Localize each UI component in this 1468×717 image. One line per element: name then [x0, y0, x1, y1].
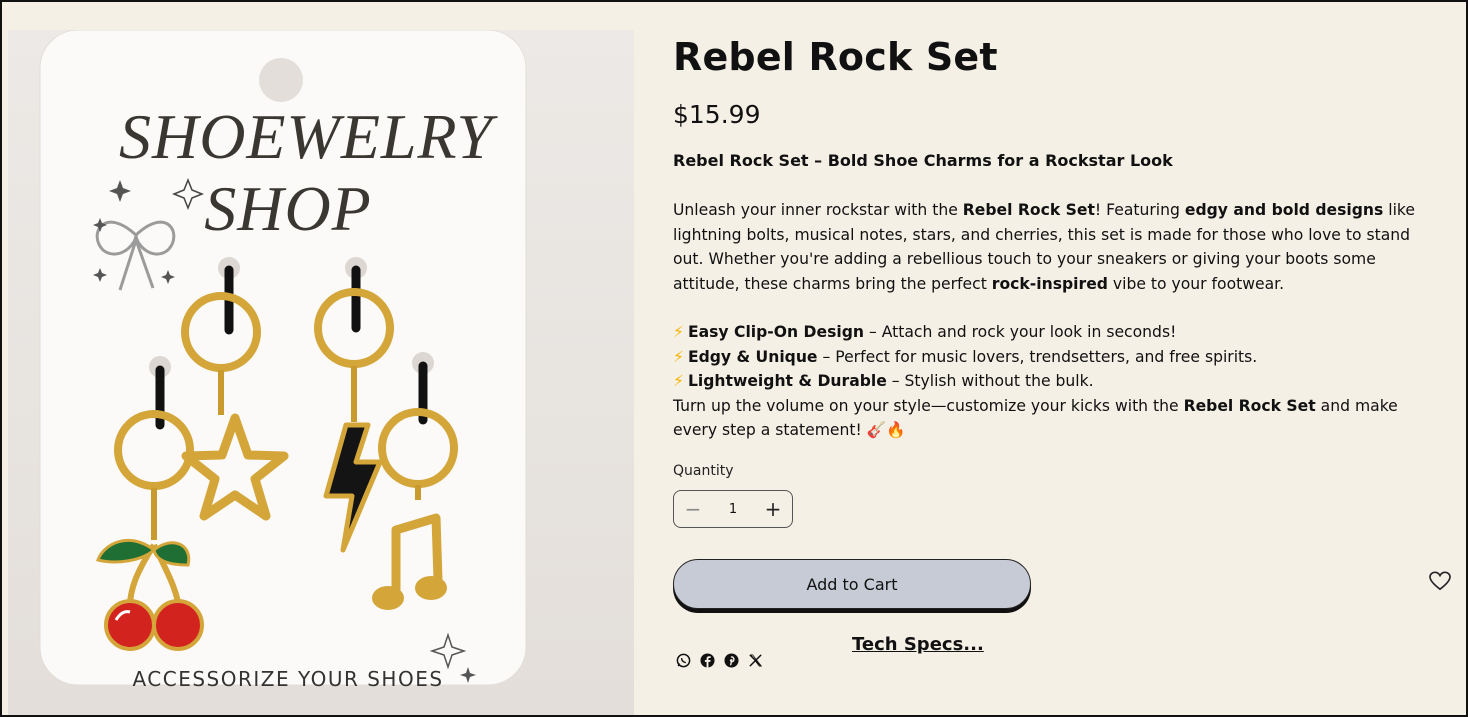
pinterest-icon[interactable] [724, 653, 739, 668]
heart-icon[interactable] [1429, 571, 1451, 591]
decrease-quantity-button[interactable]: − [684, 497, 702, 521]
card-tagline: ACCESSORIZE YOUR SHOES [132, 667, 444, 691]
desc-text: vibe to your footwear. [1107, 274, 1285, 293]
closing-text: Turn up the volume on your style—customi… [673, 394, 1443, 443]
desc-bold: rock-inspired [991, 274, 1108, 293]
product-subheading: Rebel Rock Set – Bold Shoe Charms for a … [673, 151, 1173, 170]
product-title: Rebel Rock Set [673, 35, 998, 79]
whatsapp-icon[interactable] [676, 653, 691, 668]
product-description: Unleash your inner rockstar with the Reb… [673, 198, 1443, 296]
desc-bold: edgy and bold designs [1184, 201, 1384, 219]
facebook-icon[interactable] [700, 653, 715, 668]
feature-list: ⚡ Easy Clip-On Design – Attach and rock y… [673, 320, 1443, 443]
add-to-cart-button[interactable]: Add to Cart [673, 559, 1031, 609]
feature-item: ⚡ Edgy & Unique – Perfect for music lover… [673, 345, 1443, 370]
feature-text: – Perfect for music lovers, trendsetters… [817, 347, 1258, 366]
product-image: SHOEWELRY SHOP ACCESSORIZE YOUR SHOES [8, 30, 634, 715]
feature-item: ⚡ Lightweight & Durable – Stylish without… [673, 369, 1443, 394]
feature-text: – Attach and rock your look in seconds! [863, 323, 1177, 341]
feature-title: Lightweight & Durable [687, 372, 887, 390]
quantity-input[interactable]: 1 [729, 502, 737, 517]
add-to-cart-label: Add to Cart [806, 574, 898, 594]
desc-text: ! Featuring [1094, 201, 1185, 219]
closing-bold: Rebel Rock Set [1183, 396, 1316, 415]
desc-text: Unleash your inner rockstar with the [673, 201, 963, 219]
lightning-icon: ⚡ [673, 372, 684, 390]
feature-item: ⚡ Easy Clip-On Design – Attach and rock y… [673, 320, 1443, 345]
feature-title: Edgy & Unique [687, 347, 818, 366]
brand-logo-line1: SHOEWELRY [118, 101, 494, 172]
lightning-icon: ⚡ [673, 323, 684, 341]
social-share [676, 653, 763, 668]
increase-quantity-button[interactable]: + [764, 497, 782, 521]
page-frame: SHOEWELRY SHOP ACCESSORIZE YOUR SHOES Re… [0, 0, 1468, 717]
feature-text: – Stylish without the bulk. [886, 372, 1094, 390]
tech-specs-link[interactable]: Tech Specs... [852, 634, 984, 655]
feature-title: Easy Clip-On Design [687, 323, 864, 341]
quantity-stepper: − 1 + [673, 490, 793, 528]
x-icon[interactable] [748, 653, 763, 668]
closing-part: Turn up the volume on your style—customi… [673, 396, 1184, 415]
product-price: $15.99 [673, 100, 761, 129]
brand-logo-line2: SHOP [204, 173, 372, 244]
quantity-label: Quantity [673, 463, 734, 479]
desc-bold: Rebel Rock Set [962, 201, 1095, 219]
lightning-icon: ⚡ [673, 347, 684, 366]
